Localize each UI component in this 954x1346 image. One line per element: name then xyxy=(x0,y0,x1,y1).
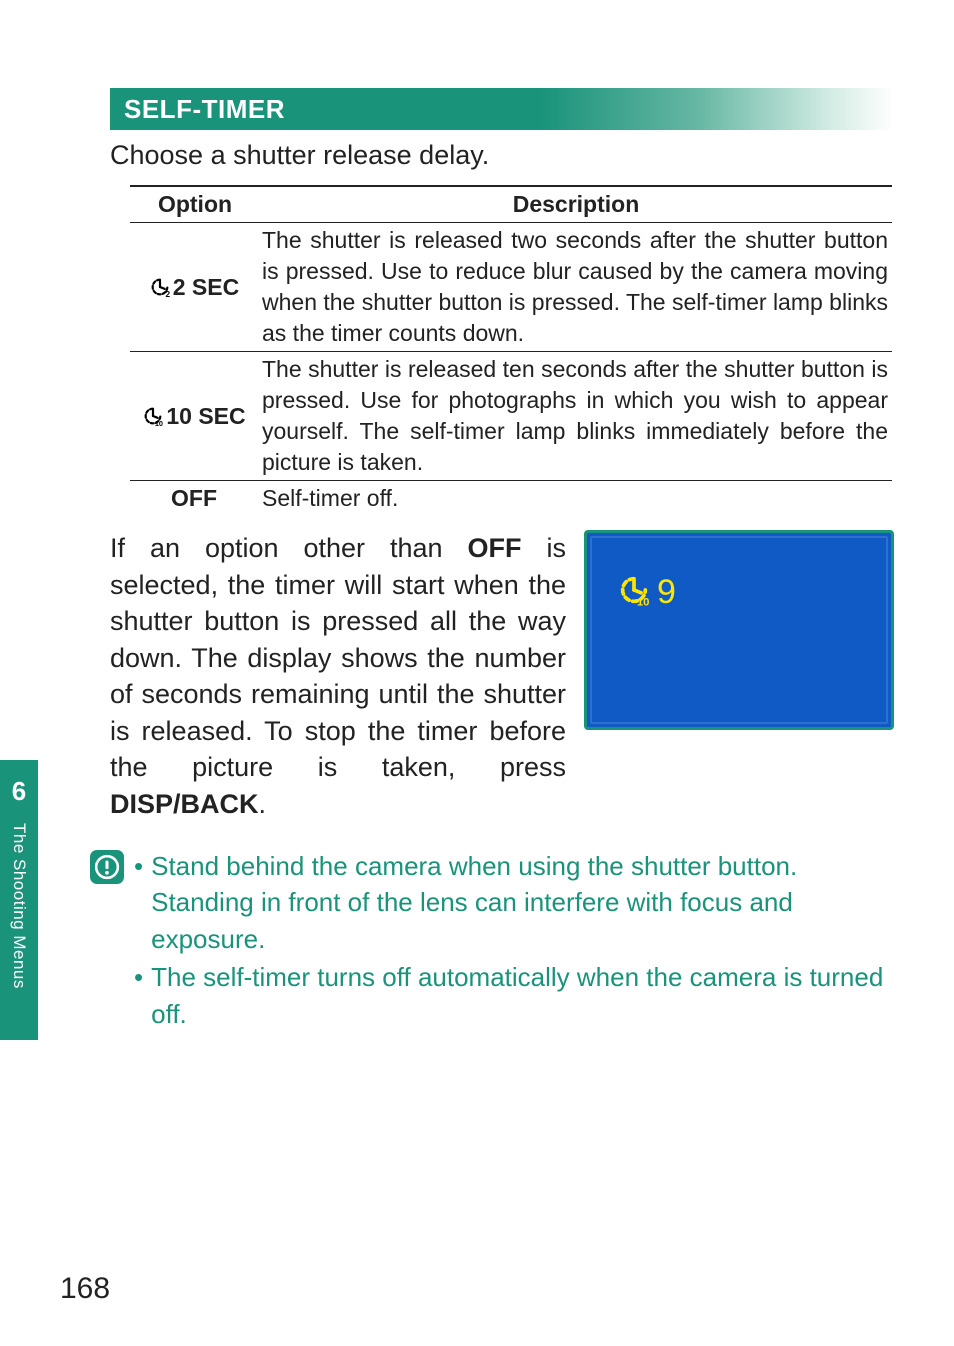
under-text-bold-dispback: DISP/BACK xyxy=(110,789,259,819)
warning-text: Stand behind the camera when using the s… xyxy=(151,848,894,957)
side-tab: 6 The Shooting Menus xyxy=(0,760,38,1040)
side-tab-label: The Shooting Menus xyxy=(9,823,29,989)
option-label: 2 SEC xyxy=(173,274,239,300)
page-number: 168 xyxy=(60,1272,110,1306)
intro-text: Choose a shutter release delay. xyxy=(110,140,894,171)
under-text-pre: If an option other than xyxy=(110,533,468,563)
table-row: 10 10 SEC The shutter is released ten se… xyxy=(130,352,892,481)
warning-block: • Stand behind the camera when using the… xyxy=(90,848,894,1034)
section-header: SELF-TIMER xyxy=(110,88,894,130)
table-row: OFF Self-timer off. xyxy=(130,481,892,517)
timer-2-icon: 2 xyxy=(149,275,171,297)
warning-icon xyxy=(90,850,124,884)
viewfinder-inner-border xyxy=(590,536,888,724)
timer-10-icon: 10 xyxy=(142,404,164,426)
option-cell: OFF xyxy=(130,481,260,517)
svg-text:10: 10 xyxy=(637,597,650,607)
bullet-icon: • xyxy=(134,959,143,1032)
warning-item: • The self-timer turns off automatically… xyxy=(134,959,894,1032)
side-tab-number: 6 xyxy=(12,776,26,807)
table-header-description: Description xyxy=(260,186,892,223)
under-text-mid: is selected, the timer will start when t… xyxy=(110,533,566,782)
table-header-option: Option xyxy=(130,186,260,223)
warning-list: • Stand behind the camera when using the… xyxy=(134,848,894,1034)
bullet-icon: • xyxy=(134,848,143,957)
options-table: Option Description 2 2 SEC The shutt xyxy=(130,185,892,516)
under-paragraph: If an option other than OFF is selected,… xyxy=(110,530,566,822)
viewfinder-preview: 10 9 xyxy=(584,530,894,730)
option-description: The shutter is released ten seconds afte… xyxy=(260,352,892,481)
option-label: OFF xyxy=(171,485,217,511)
timer-10-icon: 10 xyxy=(617,573,651,612)
option-cell: 2 2 SEC xyxy=(130,223,260,352)
section-title: SELF-TIMER xyxy=(124,94,285,125)
svg-text:2: 2 xyxy=(165,290,170,298)
table-row: 2 2 SEC The shutter is released two seco… xyxy=(130,223,892,352)
option-label: 10 SEC xyxy=(166,403,245,429)
option-description: Self-timer off. xyxy=(260,481,892,517)
option-cell: 10 10 SEC xyxy=(130,352,260,481)
viewfinder-countdown: 9 xyxy=(657,573,676,612)
svg-text:10: 10 xyxy=(155,419,163,427)
warning-text: The self-timer turns off automatically w… xyxy=(151,959,894,1032)
warning-item: • Stand behind the camera when using the… xyxy=(134,848,894,957)
viewfinder-content: 10 9 xyxy=(617,573,676,612)
under-text-post: . xyxy=(259,789,267,819)
under-text-bold-off: OFF xyxy=(468,533,522,563)
option-description: The shutter is released two seconds afte… xyxy=(260,223,892,352)
